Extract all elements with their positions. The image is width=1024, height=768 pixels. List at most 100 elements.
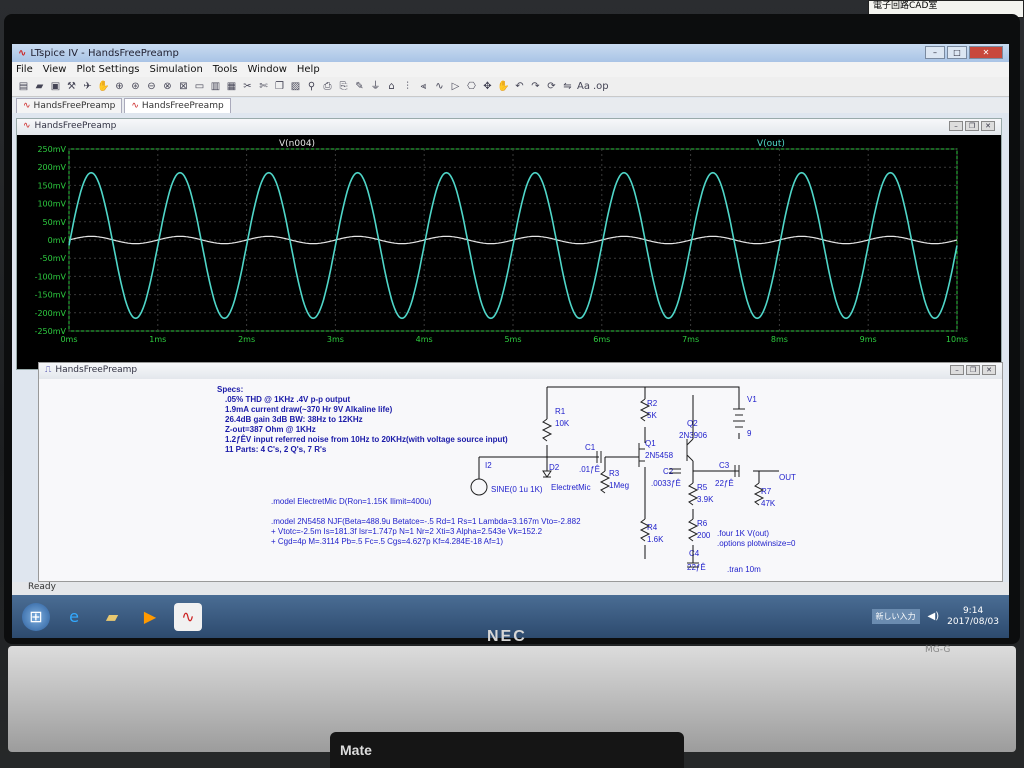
jfet-q1 [638,443,645,467]
spice-directive-icon[interactable]: .op [593,80,609,93]
run-icon[interactable]: ✈ [81,80,94,93]
diode-icon[interactable]: ▷ [449,80,462,93]
sticker-line1: 電子回路CAD室 [873,1,938,11]
x-tick-label: 3ms [327,335,344,344]
component-icon[interactable]: ⎔ [465,80,478,93]
rotate-icon[interactable]: ⟳ [545,80,558,93]
ime-indicator[interactable]: 新しい入力 [871,609,920,624]
tile-horizontal-icon[interactable]: ▭ [193,80,206,93]
capacitor-icon[interactable]: ⫷ [417,80,430,93]
zoom-in-icon[interactable]: ⊕ [113,80,126,93]
cascade-icon[interactable]: ▦ [225,80,238,93]
schematic-restore-button[interactable]: ❐ [966,365,980,375]
x-tick-label: 8ms [771,335,788,344]
ground-icon[interactable]: ⏚ [369,80,382,93]
clock-time[interactable]: 9:14 [947,606,999,617]
resistor-r1 [541,418,553,442]
monitor-model: MG-G [925,645,951,655]
find-icon[interactable]: ⚲ [305,80,318,93]
schematic-minimize-button[interactable]: – [950,365,964,375]
zoom-out-icon[interactable]: ⊖ [145,80,158,93]
x-tick-label: 5ms [504,335,521,344]
screen: ∿ LTspice IV - HandsFreePreamp – □ ✕ Fil… [12,44,1009,638]
plot-window-title: HandsFreePreamp [34,121,117,131]
y-tick-label: -200mV [35,309,67,318]
y-tick-label: -100mV [35,272,67,281]
internet-explorer-icon[interactable]: e [60,603,88,631]
move-icon[interactable]: ✥ [481,80,494,93]
save-icon[interactable]: ▣ [49,80,62,93]
print-preview-icon[interactable]: ⎘ [337,80,350,93]
halt-icon[interactable]: ✋ [97,80,110,93]
y-tick-label: 150mV [37,181,66,190]
monitor-brand: NEC [487,628,527,645]
drag-icon[interactable]: ✋ [497,80,510,93]
text-icon[interactable]: Aa [577,80,590,93]
label-net-icon[interactable]: ⌂ [385,80,398,93]
waveform-plot[interactable]: 250mV 200mV 150mV 100mV 50mV 0mV -50mV -100mV -1… [17,135,1001,369]
menu-simulation[interactable]: Simulation [150,64,203,75]
plot-window-titlebar: ∿ HandsFreePreamp – ❐ ✕ [17,119,1001,135]
schematic-window-title: HandsFreePreamp [55,365,138,375]
zoom-fit-icon[interactable]: ⊗ [161,80,174,93]
wire [547,386,740,409]
resistor-r6 [687,518,699,542]
y-tick-label: 250mV [37,145,66,154]
cut-icon[interactable]: ✄ [257,80,270,93]
schematic-canvas[interactable]: Specs: .05% THD @ 1KHz .4V p-p output 1.… [39,379,1002,581]
plot-close-button[interactable]: ✕ [981,121,995,131]
pc-front-panel [330,732,684,768]
schematic-close-button[interactable]: ✕ [982,365,996,375]
mirror-icon[interactable]: ⇋ [561,80,574,93]
menu-help[interactable]: Help [297,64,320,75]
close-window-icon[interactable]: ✂ [241,80,254,93]
draw-wire-icon[interactable]: ✎ [353,80,366,93]
menu-tools[interactable]: Tools [213,64,238,75]
tab-schematic[interactable]: ∿ HandsFreePreamp [124,98,231,113]
resistor-r7 [753,482,765,506]
maximize-button[interactable]: □ [947,46,967,59]
menu-view[interactable]: View [43,64,67,75]
schematic-wires [470,386,779,568]
open-folder-icon[interactable]: ▰ [33,80,46,93]
schematic-window: ⎍ HandsFreePreamp – ❐ ✕ Specs: .05% THD … [38,362,1003,582]
print-icon[interactable]: ⎙ [321,80,334,93]
waveform-plot-area[interactable]: 250mV 200mV 150mV 100mV 50mV 0mV -50mV -100mV -1… [17,135,1001,369]
start-button[interactable]: ⊞ [22,602,50,631]
tab-plot[interactable]: ∿ HandsFreePreamp [16,98,123,113]
menu-plot-settings[interactable]: Plot Settings [76,64,139,75]
ltspice-taskbar-icon[interactable]: ∿ [174,602,202,631]
settings-hammer-icon[interactable]: ⚒ [65,80,78,93]
autorange-icon[interactable]: ⊠ [177,80,190,93]
trace-legend-label: V(out) [757,139,785,149]
file-explorer-icon[interactable]: ▰ [98,603,126,631]
copy-icon[interactable]: ❐ [273,80,286,93]
media-player-icon[interactable]: ▶ [136,603,164,631]
paste-icon[interactable]: ▨ [289,80,302,93]
new-schematic-icon[interactable]: ▤ [17,80,30,93]
diode-d2 [542,470,552,478]
resistor-icon[interactable]: ⫶ [401,80,414,93]
window-title: LTspice IV - HandsFreePreamp [30,47,179,59]
x-tick-label: 4ms [416,335,433,344]
toolbar: ▤ ▰ ▣ ⚒ ✈ ✋ ⊕ ⊛ ⊖ ⊗ ⊠ ▭ ▥ ▦ ✂ ✄ ❐ ▨ ⚲ ⎙ [12,77,1009,97]
clock-date[interactable]: 2017/08/03 [947,617,999,628]
tab-label: HandsFreePreamp [33,101,116,111]
plot-minimize-button[interactable]: – [949,121,963,131]
menu-window[interactable]: Window [247,64,286,75]
minimize-button[interactable]: – [925,46,945,59]
pan-icon[interactable]: ⊛ [129,80,142,93]
speaker-icon[interactable]: ◀) [928,611,940,622]
tile-vertical-icon[interactable]: ▥ [209,80,222,93]
menu-file[interactable]: File [16,64,33,75]
resistor-r5 [687,482,699,506]
redo-icon[interactable]: ↷ [529,80,542,93]
app-icon: ∿ [18,47,27,59]
undo-icon[interactable]: ↶ [513,80,526,93]
x-tick-label: 2ms [238,335,255,344]
y-tick-label: 0mV [48,236,67,245]
plot-restore-button[interactable]: ❐ [965,121,979,131]
close-button[interactable]: ✕ [969,46,1003,59]
x-tick-label: 9ms [860,335,877,344]
inductor-icon[interactable]: ∿ [433,80,446,93]
